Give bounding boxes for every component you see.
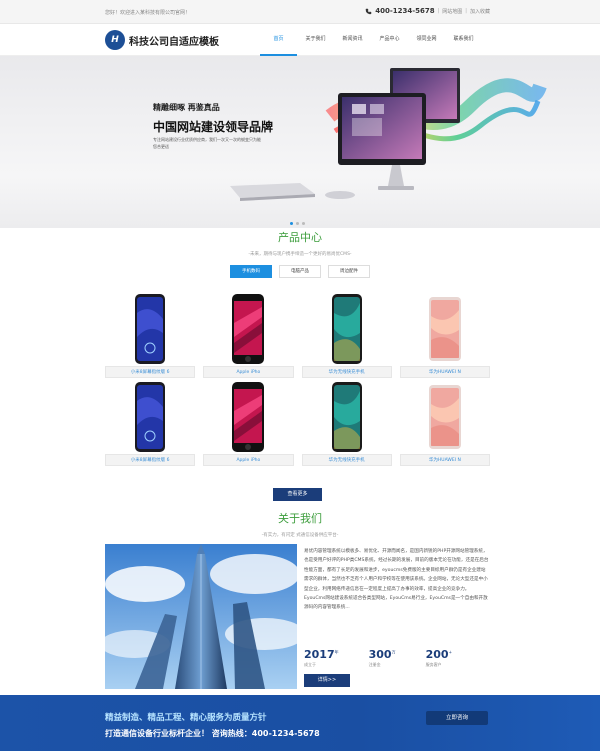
banner-computer-illustration [230,68,547,201]
product-caption[interactable]: 华为HUAWEI N [399,366,490,378]
stat-label: 成立于 [304,662,316,667]
cta-banner: 精益制造、精品工程、精心服务为质量方针 打造通信设备行业标杆企业！ 咨询热线：4… [0,695,600,751]
phone-huawei-nova-image [428,296,461,361]
cta-slogan: 精益制造、精品工程、精心服务为质量方针 [105,713,267,723]
welcome-text: 您好！欢迎进入某科技有限公司官网！ [105,10,191,16]
about-building-image [105,544,297,689]
about-title: 关于我们 [278,512,322,525]
product-card[interactable]: 小米8屏幕指纹版 6 [105,379,196,467]
product-caption[interactable]: 小米8屏幕指纹版 6 [105,454,196,466]
product-card[interactable]: 小米8屏幕指纹版 6 [105,291,196,379]
logo-mark-icon: H [105,30,125,50]
nav-item-news[interactable]: 新闻资讯 [334,24,371,56]
stat-unit: 年 [334,649,339,655]
banner-dot-3[interactable] [302,222,305,225]
product-caption[interactable]: 华为HUAWEI N [399,454,490,466]
nav-item-home[interactable]: 首页 [260,24,297,56]
product-card[interactable]: Apple iPho [203,291,294,379]
product-card[interactable]: Apple iPho [203,379,294,467]
stat-number: 300 [368,648,392,661]
phone-huawei-mate-image [331,381,362,452]
phone-icon [365,8,372,14]
about-detail-button[interactable]: 详情>> [304,674,350,687]
top-phone: 400-1234-5678 [375,7,435,15]
about-body: 易优内容管理系统以模板多、易优化、开源而闻名，是国内新锐的PHP开源网站管理系统… [304,549,489,611]
product-card[interactable]: 华为无线快充手机 [301,379,392,467]
stat-number: 200 [425,648,449,661]
hero-banner[interactable]: 精雕细啄 再鉴真品 中国网站建设领导品牌 专注网站建设行业优质供应商，我们一次又… [0,56,600,228]
nav-item-products[interactable]: 产品中心 [371,24,408,56]
product-grid: 小米8屏幕指纹版 6 Apple iPho 华为无线快充手机 华为HUAWEI … [105,291,490,467]
about-section: 关于我们 -有实力，有闪定 式通信设备供应平台- 易优内容管理系统以模板多、易优… [0,510,600,689]
product-caption[interactable]: 小米8屏幕指纹版 6 [105,366,196,378]
favorite-link[interactable]: 加入收藏 [470,8,490,15]
stat-clients: 200+ 服务客户 [426,648,452,668]
phone-xiaomi-image [135,381,166,452]
site-name: 科技公司自适应模板 [129,36,219,48]
stat-unit: 万 [391,649,396,655]
cta-hotline: 打造通信设备行业标杆企业！ 咨询热线：400-1234-5678 [105,729,320,738]
phone-xiaomi-image [135,293,166,364]
banner-dot-1[interactable] [290,222,293,225]
stat-label: 注册金 [368,662,381,667]
product-subtitle: -未来，期待与现户携手缔造一个更好的易尚优CMS- [248,252,352,257]
about-subtitle: -有实力，有闪定 式通信设备供应平台- [261,533,339,538]
stat-number: 2017 [304,648,335,661]
banner-description: 专注网站建设行业优质供应商，我们一次又一次的蜕变只为能您合更适 [153,137,261,149]
nav-item-industry[interactable]: 领同业网 [408,24,445,56]
product-caption[interactable]: Apple iPho [203,366,294,378]
main-nav: 首页 关于我们 新闻资讯 产品中心 领同业网 联系我们 [260,24,482,56]
banner-dot-2[interactable] [296,222,299,225]
phone-huawei-mate-image [331,293,362,364]
product-caption[interactable]: 华为无线快充手机 [301,454,392,466]
banner-headline: 中国网站建设领导品牌 [153,120,274,134]
product-card[interactable]: 华为无线快充手机 [301,291,392,379]
top-bar-right: 400-1234-5678 | 网站地图 | 加入收藏 [365,7,490,15]
sitemap-link[interactable]: 网站地图 [442,8,462,15]
view-more-button[interactable]: 查看更多 [273,488,322,501]
nav-item-contact[interactable]: 联系我们 [445,24,482,56]
phone-iphone-image [232,381,265,452]
banner-pagination [290,222,305,225]
product-title: 产品中心 [278,231,322,244]
stat-label: 服务客户 [425,662,442,667]
stat-unit: + [448,649,452,655]
phone-huawei-nova-image [428,384,461,449]
banner-kicker: 精雕细啄 再鉴真品 [153,103,220,112]
product-caption[interactable]: 华为无线快充手机 [301,366,392,378]
nav-item-about[interactable]: 关于我们 [297,24,334,56]
phone-iphone-image [232,293,265,364]
top-bar: 您好！欢迎进入某科技有限公司官网！ 400-1234-5678 | 网站地图 |… [0,0,600,24]
product-card[interactable]: 华为HUAWEI N [399,291,490,379]
consult-button[interactable]: 立即咨询 [426,711,488,725]
about-stats: 2017年 成立于 300万 注册金 200+ 服务客户 [304,648,452,668]
stat-capital: 300万 注册金 [369,648,396,668]
header: H 科技公司自适应模板 首页 关于我们 新闻资讯 产品中心 领同业网 联系我们 [0,24,600,56]
product-section: 产品中心 -未来，期待与现户携手缔造一个更好的易尚优CMS- 手机数码 电脑产品… [0,229,600,278]
tab-accessories[interactable]: 周边配件 [328,265,370,278]
tab-computers[interactable]: 电脑产品 [279,265,321,278]
skyscraper-photo [105,544,297,689]
stat-founded: 2017年 成立于 [304,648,339,668]
product-caption[interactable]: Apple iPho [203,454,294,466]
product-tabs: 手机数码 电脑产品 周边配件 [0,265,600,278]
logo[interactable]: H 科技公司自适应模板 [105,30,219,50]
tab-phones[interactable]: 手机数码 [230,265,272,278]
product-card[interactable]: 华为HUAWEI N [399,379,490,467]
